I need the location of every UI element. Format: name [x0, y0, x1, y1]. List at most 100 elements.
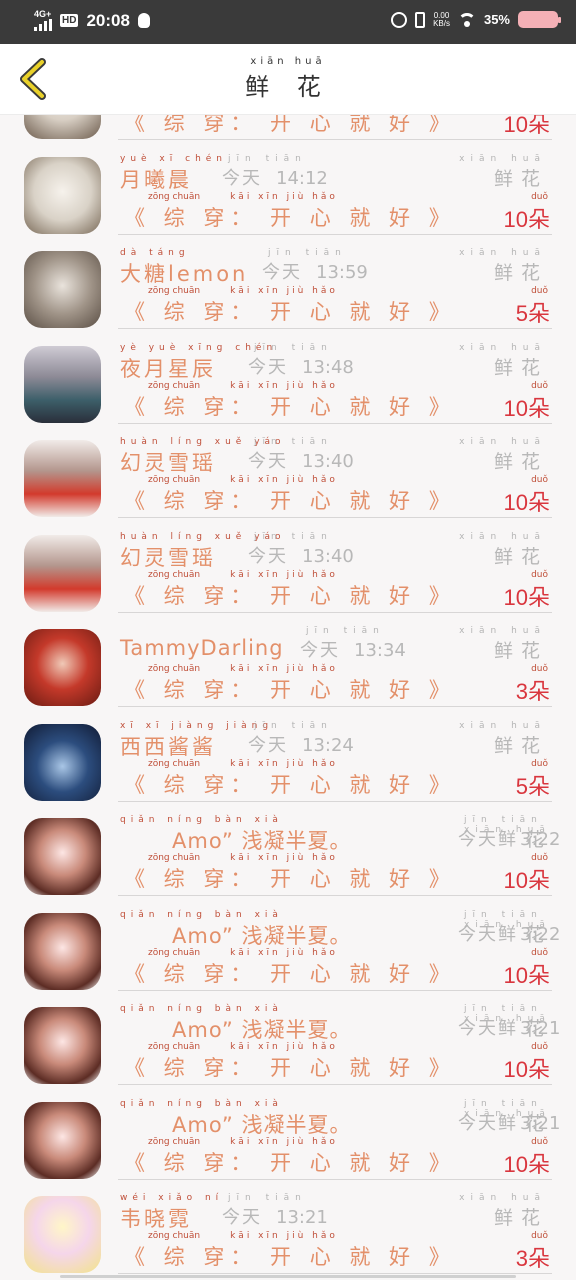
clock-time: 13:48	[302, 356, 354, 378]
time-pinyin: jīn tiān	[254, 437, 333, 447]
count-unit: 朵	[527, 1152, 550, 1178]
list-item[interactable]: yuè xī chén 月曦晨 jīn tiān 今天 14:12 xiān huā 鲜花 z…	[0, 140, 576, 235]
list-item[interactable]: dà táng 大糖lemon jīn tiān 今天 13:59 xiān huā 鲜花 z…	[0, 234, 576, 329]
message-pinyin: zōng chuān kāi xīn jiù hǎo	[148, 570, 346, 580]
count-value: 10	[503, 962, 528, 988]
send-time: 今天 13:34	[300, 636, 406, 662]
battery-icon	[518, 11, 561, 28]
avatar[interactable]	[24, 629, 101, 706]
count-pinyin: duǒ	[531, 758, 548, 769]
message-pinyin-part: zōng chuān	[148, 380, 201, 391]
list-item[interactable]: qiǎn níng bàn xià Amo” 浅凝半夏。 jīn tiān xiān…	[0, 801, 576, 896]
clock-time: 13:24	[302, 734, 354, 756]
flower-count: 10朵	[504, 1147, 551, 1179]
count-value: 5	[515, 773, 528, 799]
day-label: 今天鲜	[458, 1112, 518, 1134]
list-item[interactable]: wéi xiǎo ní 韦晓霓 jīn tiān 今天 13:21 xiān huā 鲜花 z…	[0, 1179, 576, 1274]
message-pinyin-part: zōng chuān	[148, 758, 201, 769]
send-time: 今天 13:21	[222, 1203, 328, 1229]
count-pinyin: duǒ	[531, 380, 548, 391]
list-item[interactable]: xī xī jiàng jiàng 西西酱酱 jīn tiān 今天 13:24 xiān…	[0, 707, 576, 802]
count-value: 5	[515, 301, 528, 326]
day-label: 今天鲜	[458, 829, 518, 850]
gift-type: 鲜花	[493, 1207, 548, 1229]
avatar[interactable]	[24, 156, 101, 234]
list-item[interactable]: huàn líng xuě yáo 幻灵雪瑶 jīn tiān 今天 13:40 xiān…	[0, 518, 576, 613]
send-time: 今天 13:48	[248, 353, 354, 379]
count-unit: 朵	[527, 869, 550, 894]
message-pinyin-part: kāi xīn jiù hǎo	[230, 475, 338, 485]
user-name: Amo” 浅凝半夏。	[172, 1018, 352, 1042]
gesture-bar[interactable]	[60, 1275, 516, 1278]
message-pinyin-part: zōng chuān	[148, 1231, 201, 1241]
avatar[interactable]	[24, 723, 101, 801]
flower-count: 10朵	[504, 1052, 551, 1084]
list-item[interactable]: qiǎn níng bàn xià Amo” 浅凝半夏。 jīn tiān xiān…	[0, 1085, 576, 1180]
message-pinyin: zōng chuān kāi xīn jiù hǎo	[148, 1231, 346, 1241]
list-item[interactable]: yè yuè xīng chén 夜月星辰 jīn tiān 今天 13:48 xiān …	[0, 329, 576, 424]
message-pinyin: zōng chuān kāi xīn jiù hǎo	[148, 853, 346, 863]
time-pinyin: jīn tiān	[306, 626, 385, 636]
gift-type: 鲜花	[493, 640, 548, 662]
user-name: 大糖lemon	[120, 262, 249, 286]
book-title: 《 综 穿： 开 心 就 好 》	[124, 583, 456, 608]
count-pinyin: duǒ	[531, 286, 548, 296]
avatar[interactable]	[24, 251, 101, 328]
count-unit: 朵	[527, 396, 550, 422]
day-label: 今天	[300, 640, 340, 661]
message-pinyin-part: kāi xīn jiù hǎo	[230, 1231, 338, 1241]
user-name: 幻灵雪瑶	[120, 451, 216, 475]
user-name: 夜月星辰	[120, 356, 216, 381]
avatar[interactable]	[24, 345, 101, 423]
count-value: 10	[503, 1057, 528, 1082]
message-pinyin-part: zōng chuān	[148, 1042, 201, 1052]
day-label: 今天鲜	[458, 923, 518, 945]
day-label: 今天	[222, 167, 262, 189]
status-time: 20:08	[86, 10, 130, 30]
book-title: 《 综 穿： 开 心 就 好 》	[124, 489, 456, 513]
send-time: 今天 14:12	[222, 164, 328, 190]
message-pinyin-part: kāi xīn jiù hǎo	[230, 569, 338, 580]
message-pinyin-part: kāi xīn jiù hǎo	[230, 853, 338, 863]
time-pinyin: jīn tiān	[254, 531, 333, 542]
message-pinyin-part: zōng chuān	[148, 286, 201, 296]
book-title: 《 综 穿： 开 心 就 好 》	[124, 867, 456, 891]
avatar[interactable]	[24, 115, 101, 139]
count-pinyin: duǒ	[531, 1136, 548, 1147]
title-pinyin: xiān huā	[250, 56, 326, 67]
send-time: 今天 13:40	[248, 542, 354, 568]
day-label: 今天	[248, 356, 288, 378]
count-unit: 朵	[527, 1058, 550, 1083]
user-name: 西西酱酱	[120, 734, 216, 759]
avatar[interactable]	[24, 1196, 101, 1273]
name-pinyin: qiǎn níng bàn xià	[120, 815, 283, 825]
avatar[interactable]	[24, 1007, 101, 1084]
avatar[interactable]	[24, 818, 101, 895]
hd-icon: HD	[60, 14, 79, 27]
day-label: 今天鲜	[458, 1018, 518, 1039]
avatar[interactable]	[24, 534, 101, 612]
avatar[interactable]	[24, 912, 101, 990]
message-pinyin-part: kāi xīn jiù hǎo	[230, 380, 338, 391]
signal-indicator: 4G+	[34, 10, 52, 31]
day-label: 今天	[262, 262, 302, 283]
gift-type: 花	[524, 1112, 552, 1135]
count-value: 10	[503, 1151, 528, 1177]
list-item[interactable]: qiǎn níng bàn xià Amo” 浅凝半夏。 jīn tiān xiān…	[0, 990, 576, 1085]
list-item[interactable]: huàn líng xuě yáo 幻灵雪瑶 jīn tiān 今天 13:40 xiān…	[0, 423, 576, 518]
list-item[interactable]: TammyDarling jīn tiān 今天 13:34 xiān huā 鲜花 zōn…	[0, 612, 576, 707]
avatar[interactable]	[24, 1101, 101, 1179]
count-value: 3	[515, 679, 528, 704]
message-pinyin-part: kāi xīn jiù hǎo	[230, 286, 338, 296]
count-pinyin: duǒ	[531, 475, 548, 485]
flower-count: 10朵	[504, 202, 551, 234]
list-item[interactable]: zōng chuānkāi xīn jiù hǎo《 综 穿： 开 心 就 好 …	[0, 115, 576, 140]
name-pinyin: wéi xiǎo ní	[120, 1193, 224, 1203]
avatar[interactable]	[24, 440, 101, 517]
count-value: 10	[503, 115, 528, 137]
clock-time: 13:21	[276, 1207, 328, 1228]
clock-time: 13:59	[316, 262, 368, 283]
gift-type: 鲜花	[493, 167, 548, 190]
gift-type: 鲜花	[493, 734, 548, 757]
list-item[interactable]: qiǎn níng bàn xià Amo” 浅凝半夏。 jīn tiān xiān…	[0, 896, 576, 991]
